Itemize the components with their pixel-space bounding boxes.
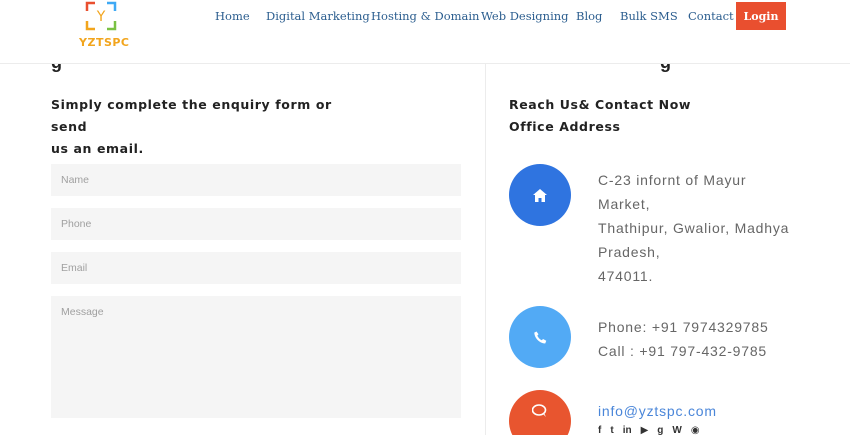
home-icon <box>533 188 547 202</box>
youtube-icon[interactable]: ▶ <box>641 425 649 435</box>
phone-info: Phone: +91 7974329785 Call : +91 797-432… <box>598 315 769 363</box>
form-intro: Simply complete the enquiry form or send… <box>51 94 351 160</box>
nav-bulk-sms[interactable]: Bulk SMS <box>620 9 678 23</box>
address-line: Market, <box>598 196 651 212</box>
email-link[interactable]: info@yztspc.com <box>598 399 717 423</box>
address-line: C-23 infornt of Mayur <box>598 172 747 188</box>
google-plus-icon[interactable]: g <box>657 425 663 435</box>
phone-input[interactable] <box>51 208 461 240</box>
rss-icon[interactable]: ◉ <box>691 425 700 435</box>
site-header: Y YZTSPC Home Digital Marketing Hosting … <box>0 0 850 64</box>
wordpress-icon[interactable]: W <box>672 425 681 435</box>
twitter-icon[interactable]: t <box>610 425 613 435</box>
address-line: Thathipur, Gwalior, Madhya <box>598 220 790 236</box>
main-nav: Home Digital Marketing Hosting & Domain … <box>0 0 850 32</box>
form-intro-line-2: us an email. <box>51 141 144 156</box>
social-links: f t in ▶ g W ◉ <box>598 425 700 435</box>
facebook-icon[interactable]: f <box>598 425 601 435</box>
nav-home[interactable]: Home <box>215 9 250 23</box>
nav-blog[interactable]: Blog <box>576 9 602 23</box>
form-intro-line-1: Simply complete the enquiry form or send <box>51 97 332 134</box>
column-divider <box>485 64 486 435</box>
call-number[interactable]: Call : +91 797-432-9785 <box>598 339 769 363</box>
phone-number[interactable]: Phone: +91 7974329785 <box>598 315 769 339</box>
logo-text: YZTSPC <box>79 36 130 49</box>
phone-circle <box>509 306 571 368</box>
phone-icon <box>533 331 546 343</box>
nav-contact[interactable]: Contact <box>688 9 734 23</box>
address-circle <box>509 164 571 226</box>
email-input[interactable] <box>51 252 461 284</box>
message-textarea[interactable] <box>51 296 461 418</box>
nav-web-designing[interactable]: Web Designing <box>481 9 569 23</box>
address-line: 474011. <box>598 268 654 284</box>
contact-heading-line-1: Reach Us& Contact Now <box>509 97 692 112</box>
contact-heading-line-2: Office Address <box>509 119 621 134</box>
linkedin-icon[interactable]: in <box>623 425 632 435</box>
login-button[interactable]: Login <box>736 2 786 30</box>
name-input[interactable] <box>51 164 461 196</box>
nav-digital-marketing[interactable]: Digital Marketing <box>266 9 370 23</box>
office-address: C-23 infornt of Mayur Market, Thathipur,… <box>598 168 798 288</box>
nav-hosting-domain[interactable]: Hosting & Domain <box>371 9 479 23</box>
chat-circle <box>509 390 571 435</box>
address-line: Pradesh, <box>598 244 661 260</box>
contact-heading: Reach Us& Contact Now Office Address <box>509 94 691 138</box>
chat-icon <box>532 404 547 417</box>
